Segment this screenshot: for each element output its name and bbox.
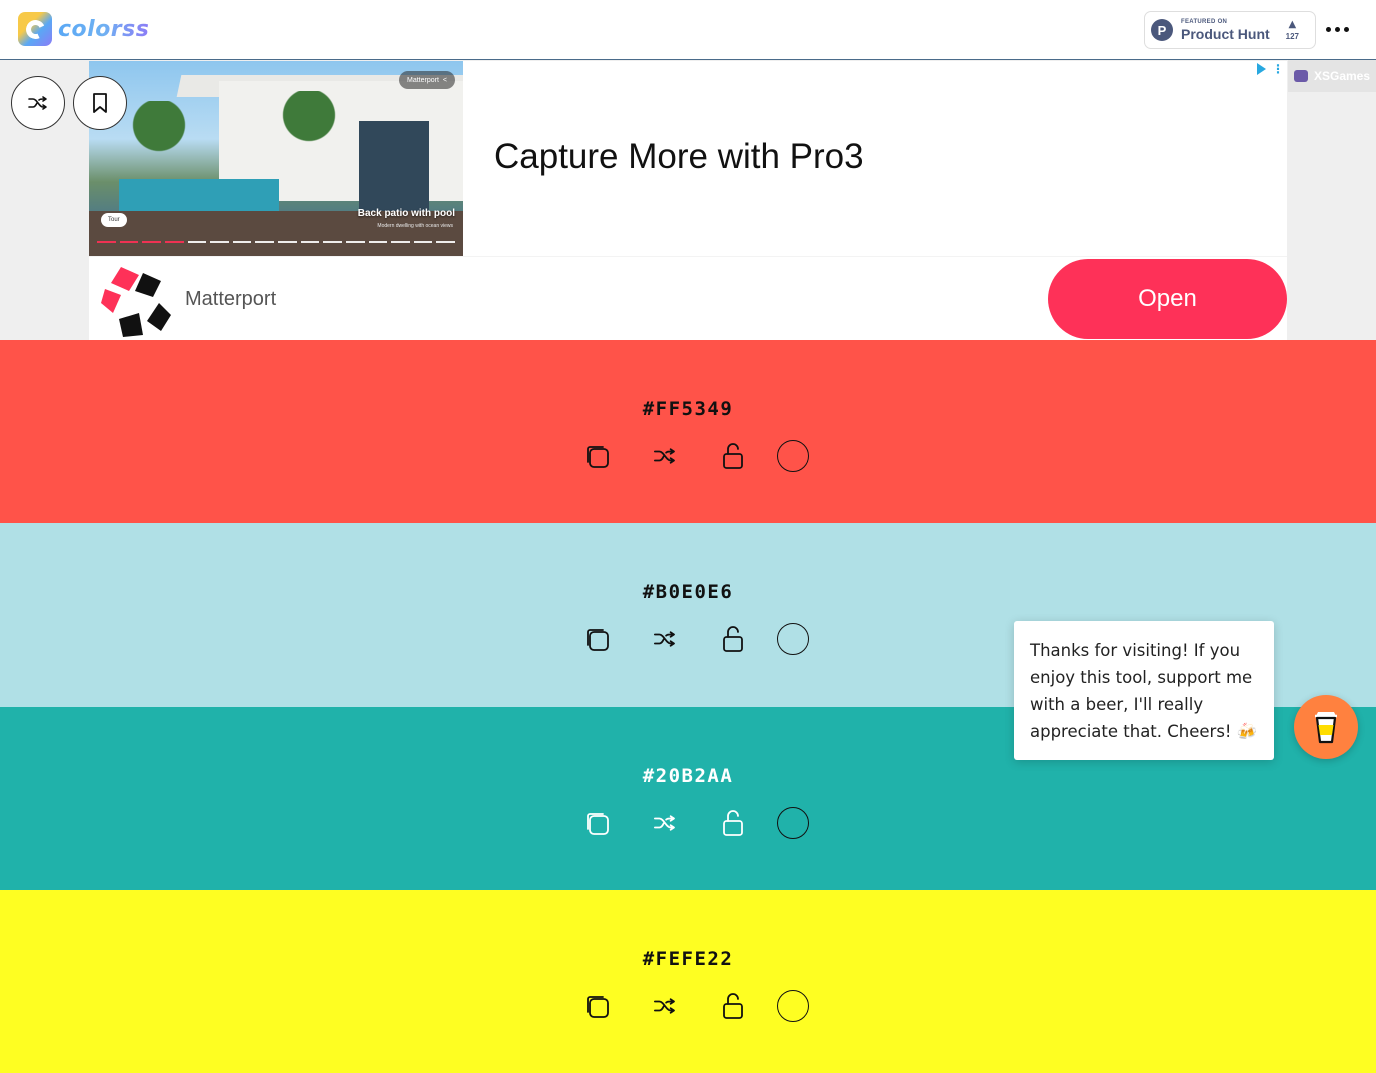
- bookmark-icon: [93, 93, 107, 113]
- product-hunt-votes: ▲ 127: [1285, 18, 1300, 41]
- lock-button[interactable]: [716, 439, 750, 473]
- ad-options-icon: ⋮: [1272, 62, 1284, 76]
- more-dot-icon: [1335, 27, 1340, 32]
- color-row[interactable]: #FEFE22: [0, 890, 1376, 1073]
- ad-headline[interactable]: Capture More with Pro3: [494, 137, 864, 177]
- more-dot-icon: [1344, 27, 1349, 32]
- color-picker-button[interactable]: [776, 622, 810, 656]
- ad-tour-chip[interactable]: Tour: [101, 213, 127, 227]
- product-hunt-vote-count: 127: [1285, 31, 1300, 41]
- top-header: colorss P FEATURED ON Product Hunt ▲ 127: [0, 0, 1376, 60]
- ad-banner[interactable]: Matterport < Back patio with pool Modern…: [89, 61, 1287, 340]
- color-swatch-circle: [777, 440, 809, 472]
- color-picker-button[interactable]: [776, 439, 810, 473]
- shuffle-color-button[interactable]: [648, 439, 682, 473]
- ad-image-brand-tag: Matterport <: [399, 71, 455, 89]
- support-tooltip-text: Thanks for visiting! If you enjoy this t…: [1030, 641, 1258, 741]
- ad-tour-label: Tour: [108, 217, 120, 223]
- color-hex-code[interactable]: #B0E0E6: [643, 581, 734, 603]
- xsgames-label: XSGames: [1314, 69, 1371, 83]
- color-tools: [580, 622, 810, 656]
- color-picker-button[interactable]: [776, 806, 810, 840]
- shuffle-all-button[interactable]: [11, 76, 65, 130]
- more-menu-button[interactable]: [1326, 27, 1349, 32]
- ad-choices-icon: [1257, 63, 1266, 75]
- ad-image-palm: [129, 101, 189, 181]
- unlock-icon: [723, 993, 743, 1019]
- xsgames-logo-icon: [1294, 70, 1308, 82]
- shuffle-color-button[interactable]: [648, 989, 682, 1023]
- ad-image[interactable]: Matterport < Back patio with pool Modern…: [89, 61, 463, 256]
- copy-button[interactable]: [580, 439, 614, 473]
- copy-button[interactable]: [580, 989, 614, 1023]
- unlock-icon: [723, 626, 743, 652]
- share-icon: <: [442, 76, 447, 84]
- ad-image-caption: Back patio with pool: [357, 208, 455, 219]
- logo-mark-icon: [18, 12, 52, 46]
- lock-button[interactable]: [716, 806, 750, 840]
- lock-button[interactable]: [716, 989, 750, 1023]
- color-row[interactable]: #FF5349: [0, 340, 1376, 523]
- ad-image-palm: [279, 91, 339, 171]
- color-swatch-circle: [777, 990, 809, 1022]
- copy-button[interactable]: [580, 806, 614, 840]
- copy-button[interactable]: [580, 622, 614, 656]
- color-tools: [580, 989, 810, 1023]
- shuffle-icon: [653, 631, 675, 647]
- copy-icon: [587, 629, 609, 651]
- product-hunt-badge[interactable]: P FEATURED ON Product Hunt ▲ 127: [1144, 11, 1316, 49]
- shuffle-icon: [653, 815, 675, 831]
- product-hunt-icon: P: [1151, 19, 1173, 41]
- color-picker-button[interactable]: [776, 989, 810, 1023]
- more-dot-icon: [1326, 27, 1331, 32]
- color-hex-code[interactable]: #FEFE22: [643, 948, 734, 970]
- upvote-arrow-icon: ▲: [1288, 18, 1297, 30]
- copy-icon: [587, 446, 609, 468]
- color-tools: [580, 439, 810, 473]
- ad-advertiser-name: Matterport: [185, 288, 277, 310]
- ad-image-glass: [359, 121, 429, 211]
- color-swatch-circle: [777, 807, 809, 839]
- shuffle-icon: [28, 96, 47, 110]
- ad-progress-bar: [97, 241, 455, 243]
- product-hunt-featured-label: FEATURED ON: [1181, 19, 1228, 25]
- logo-text: colorss: [58, 16, 150, 42]
- matterport-logo-icon: [101, 267, 171, 337]
- color-hex-code[interactable]: #20B2AA: [643, 765, 734, 787]
- copy-icon: [587, 813, 609, 835]
- ad-choices[interactable]: ⋮: [1257, 63, 1284, 75]
- bookmark-button[interactable]: [73, 76, 127, 130]
- color-tools: [580, 806, 810, 840]
- colorss-logo[interactable]: colorss: [18, 12, 149, 46]
- beer-cup-icon: [1315, 712, 1337, 744]
- ad-image-caption-sub: Modern dwelling with ocean views: [377, 223, 453, 229]
- support-tooltip: Thanks for visiting! If you enjoy this t…: [1014, 621, 1274, 760]
- copy-icon: [587, 996, 609, 1018]
- color-swatch-circle: [777, 623, 809, 655]
- shuffle-color-button[interactable]: [648, 622, 682, 656]
- xsgames-side-ad[interactable]: XSGames: [1288, 60, 1376, 92]
- unlock-icon: [723, 810, 743, 836]
- shuffle-icon: [653, 998, 675, 1014]
- ad-image-brand-tag-text: Matterport: [407, 76, 439, 84]
- ad-advertiser-bar: Matterport Open: [89, 256, 1287, 340]
- product-hunt-name: Product Hunt: [1181, 26, 1270, 42]
- shuffle-icon: [653, 448, 675, 464]
- shuffle-color-button[interactable]: [648, 806, 682, 840]
- buy-me-a-beer-button[interactable]: [1294, 695, 1358, 759]
- unlock-icon: [723, 443, 743, 469]
- ad-zone: Matterport < Back patio with pool Modern…: [0, 60, 1376, 340]
- lock-button[interactable]: [716, 622, 750, 656]
- ad-open-button[interactable]: Open: [1048, 259, 1287, 339]
- color-hex-code[interactable]: #FF5349: [643, 398, 734, 420]
